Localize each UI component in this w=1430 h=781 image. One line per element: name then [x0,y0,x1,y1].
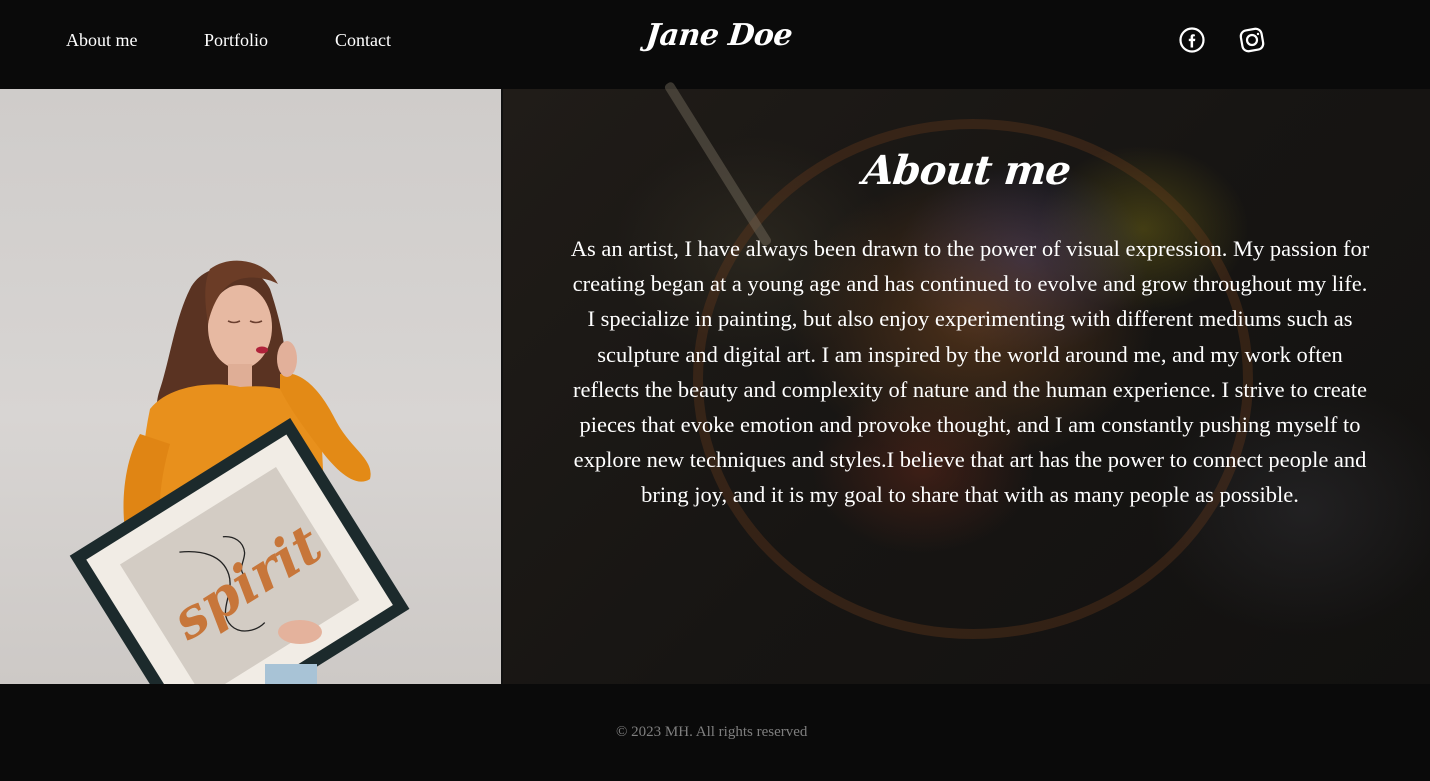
nav-link-portfolio[interactable]: Portfolio [204,29,268,51]
about-bio: As an artist, I have always been drawn t… [570,236,1370,508]
site-header: About me Portfolio Contact Jane Doe [0,0,1430,89]
artist-photo: spirit [0,89,501,684]
about-title: About me [860,147,1073,194]
nav-link-about[interactable]: About me [66,29,138,51]
site-footer: © 2023 MH. All rights reserved [0,684,1430,781]
about-section: spirit About me As an artist, I have alw… [0,80,1430,684]
instagram-icon[interactable] [1237,25,1267,55]
nav-link-contact[interactable]: Contact [335,29,391,51]
brand-logo[interactable]: Jane Doe [638,14,801,58]
facebook-icon[interactable] [1177,25,1207,55]
copyright-text: © 2023 MH. All rights reserved [616,724,808,740]
